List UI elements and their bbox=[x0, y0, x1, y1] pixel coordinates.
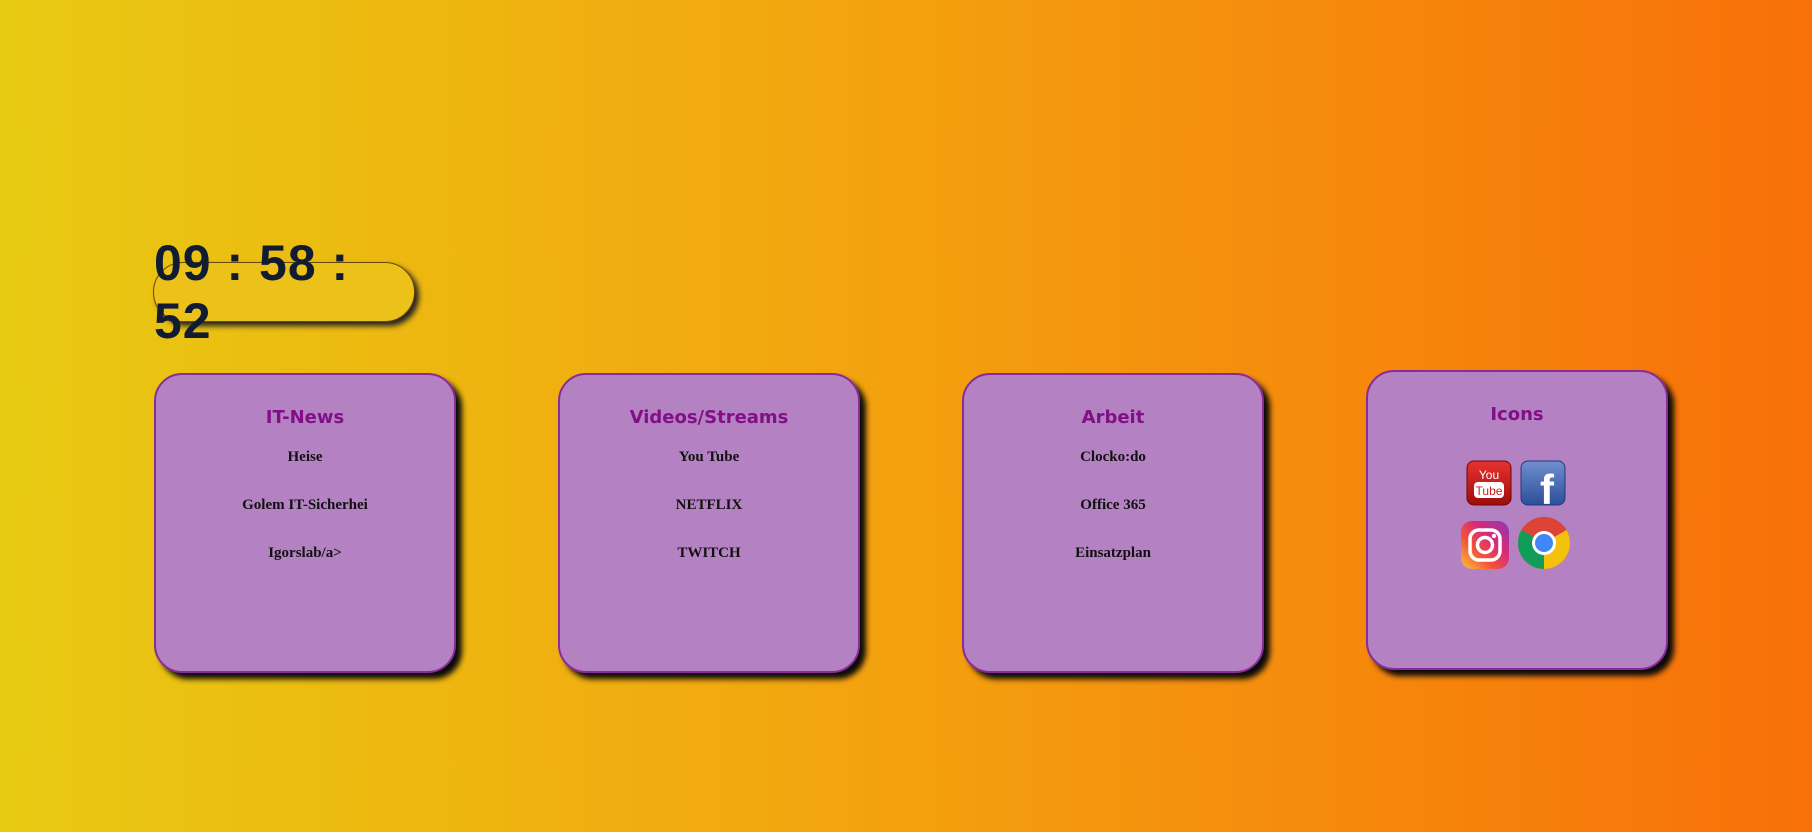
link-clockodo[interactable]: Clocko:do bbox=[1080, 449, 1146, 465]
list-item: Golem IT-Sicherhei bbox=[156, 496, 454, 544]
card-icons: Icons You Tube f bbox=[1366, 370, 1668, 670]
chrome-icon[interactable] bbox=[1517, 516, 1571, 574]
card-title: Arbeit bbox=[1081, 407, 1145, 428]
link-list: Clocko:do Office 365 Einsatzplan bbox=[964, 448, 1262, 592]
icon-grid: You Tube f bbox=[1368, 460, 1666, 580]
list-item: NETFLIX bbox=[560, 496, 858, 544]
youtube-icon[interactable]: You Tube bbox=[1466, 460, 1512, 510]
card-videos-streams: Videos/Streams You Tube NETFLIX TWITCH bbox=[558, 373, 860, 673]
list-item: Clocko:do bbox=[964, 448, 1262, 496]
svg-text:Tube: Tube bbox=[1476, 484, 1503, 498]
instagram-icon[interactable] bbox=[1460, 520, 1510, 574]
link-netflix[interactable]: NETFLIX bbox=[676, 497, 743, 513]
list-item: Igorslab/a> bbox=[156, 544, 454, 592]
svg-text:You: You bbox=[1479, 468, 1499, 482]
link-list: Heise Golem IT-Sicherhei Igorslab/a> bbox=[156, 448, 454, 592]
card-title: Icons bbox=[1490, 404, 1544, 425]
card-title: Videos/Streams bbox=[629, 407, 789, 428]
svg-text:f: f bbox=[1540, 466, 1555, 506]
clock-time: 09 : 58 : 52 bbox=[154, 235, 350, 349]
card-arbeit: Arbeit Clocko:do Office 365 Einsatzplan bbox=[962, 373, 1264, 673]
link-golem[interactable]: Golem IT-Sicherhei bbox=[242, 497, 368, 513]
link-igorslab[interactable]: Igorslab/a> bbox=[268, 545, 342, 561]
card-title: IT-News bbox=[265, 407, 345, 428]
link-list: You Tube NETFLIX TWITCH bbox=[560, 448, 858, 592]
list-item: Heise bbox=[156, 448, 454, 496]
link-heise[interactable]: Heise bbox=[288, 449, 323, 465]
list-item: Einsatzplan bbox=[964, 544, 1262, 592]
link-einsatzplan[interactable]: Einsatzplan bbox=[1075, 545, 1151, 561]
digital-clock: 09 : 58 : 52 bbox=[153, 235, 415, 349]
link-twitch[interactable]: TWITCH bbox=[677, 545, 740, 561]
list-item: Office 365 bbox=[964, 496, 1262, 544]
link-office-365[interactable]: Office 365 bbox=[1080, 497, 1145, 513]
card-it-news: IT-News Heise Golem IT-Sicherhei Igorsla… bbox=[154, 373, 456, 673]
list-item: You Tube bbox=[560, 448, 858, 496]
list-item: TWITCH bbox=[560, 544, 858, 592]
link-youtube[interactable]: You Tube bbox=[679, 449, 739, 465]
facebook-icon[interactable]: f bbox=[1520, 460, 1566, 513]
